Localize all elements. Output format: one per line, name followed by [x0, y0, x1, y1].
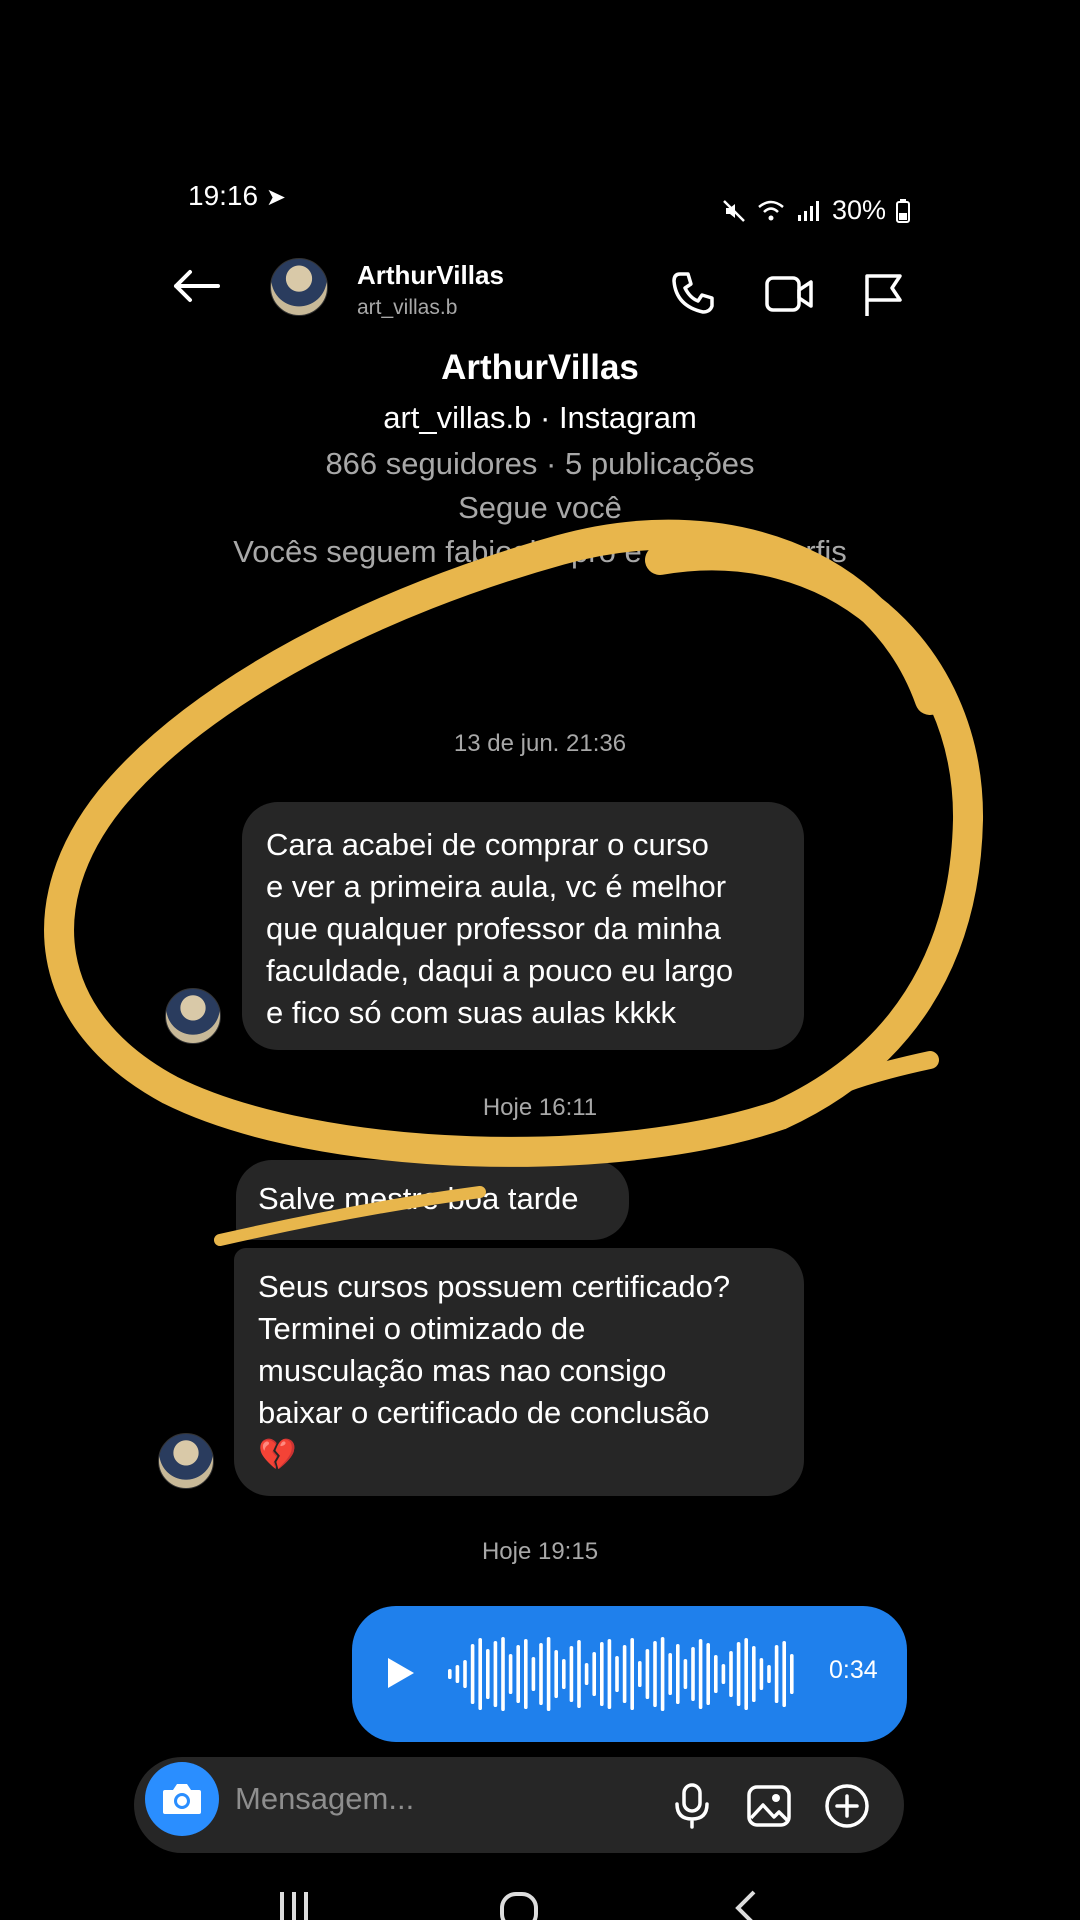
voice-duration: 0:34	[829, 1656, 878, 1684]
waveform-bar	[774, 1645, 779, 1703]
waveform-bar	[501, 1637, 505, 1711]
telegram-icon: ➤	[265, 184, 286, 211]
message-line: Cara acabei de comprar o curso	[266, 827, 709, 862]
waveform-bar	[729, 1651, 733, 1697]
status-time: 19:16 ➤	[188, 180, 286, 211]
recent-apps-icon[interactable]	[276, 1888, 312, 1920]
waveform-bar	[539, 1643, 543, 1705]
message-line: faculdade, daqui a pouco eu largo	[266, 953, 734, 988]
message-text: Salve mestre boa tarde	[258, 1181, 579, 1216]
voice-message-bubble[interactable]: 0:34	[352, 1606, 907, 1742]
message-bubble[interactable]: Cara acabei de comprar o curso e ver a p…	[242, 802, 804, 1050]
camera-button[interactable]	[145, 1762, 219, 1836]
header-avatar[interactable]	[270, 258, 328, 316]
battery-percent: 30%	[832, 195, 887, 225]
wifi-icon	[758, 200, 784, 220]
waveform-bar	[448, 1669, 452, 1679]
message-line: que qualquer professor da minha	[266, 911, 721, 946]
waveform-bar	[478, 1638, 482, 1710]
profile-subtitle: art_villas.b · Instagram	[383, 400, 697, 435]
waveform-bar	[736, 1642, 741, 1706]
waveform-bar	[584, 1663, 589, 1685]
waveform-bar	[455, 1665, 460, 1683]
waveform-bar	[752, 1646, 756, 1702]
message-line: e fico só com suas aulas kkkk	[266, 995, 677, 1030]
waveform-bar	[554, 1650, 558, 1698]
waveform-bar	[531, 1657, 536, 1691]
waveform-bar	[668, 1653, 672, 1695]
waveform-bar	[691, 1647, 695, 1701]
battery-icon	[896, 198, 911, 223]
waveform-bar	[706, 1643, 710, 1705]
waveform-bar	[508, 1654, 513, 1694]
waveform-bar	[600, 1642, 604, 1706]
profile-mutuals: Vocês seguem fabiogigapro e outros 7 per…	[233, 534, 847, 569]
waveform-bar	[577, 1640, 581, 1708]
signal-icon	[798, 200, 819, 221]
play-icon[interactable]	[386, 1656, 416, 1690]
profile-name: ArthurVillas	[441, 348, 639, 387]
waveform-bar	[790, 1654, 794, 1694]
waveform-bar	[653, 1641, 657, 1707]
waveform-bar	[782, 1641, 786, 1707]
waveform-bar	[524, 1639, 528, 1709]
waveform-bar	[622, 1645, 627, 1703]
waveform-bar	[615, 1656, 619, 1692]
message-emoji: 💔	[258, 1437, 297, 1472]
waveform-bar	[569, 1646, 574, 1702]
waveform-bar	[683, 1659, 688, 1689]
timestamp: 13 de jun. 21:36	[453, 730, 627, 757]
timestamp: Hoje 19:15	[481, 1538, 599, 1565]
waveform-bar	[698, 1639, 703, 1709]
flag-icon[interactable]	[862, 272, 904, 318]
waveform-bar	[721, 1664, 726, 1684]
message-line: e ver a primeira aula, vc é melhor	[266, 869, 727, 904]
waveform[interactable]	[444, 1634, 804, 1714]
waveform-bar	[516, 1645, 520, 1703]
status-indicators: 30%	[722, 195, 911, 226]
profile-stats: 866 seguidores · 5 publicações	[325, 446, 755, 481]
waveform-bar	[470, 1644, 475, 1704]
message-bubble[interactable]: Seus cursos possuem certificado? Termine…	[234, 1248, 804, 1496]
waveform-bar	[714, 1655, 718, 1693]
waveform-bar	[592, 1652, 596, 1696]
message-line: baixar o certificado de conclusão	[258, 1395, 710, 1430]
gallery-icon[interactable]	[746, 1784, 792, 1828]
waveform-bar	[546, 1637, 551, 1711]
camera-icon	[163, 1784, 201, 1814]
timestamp: Hoje 16:11	[482, 1094, 598, 1121]
video-icon[interactable]	[764, 272, 814, 316]
message-line: Seus cursos possuem certificado?	[258, 1269, 731, 1304]
waveform-bar	[562, 1659, 566, 1689]
waveform-bar	[463, 1660, 467, 1688]
message-line: musculação mas nao consigo	[258, 1353, 667, 1388]
header-handle[interactable]: art_villas.b	[357, 296, 457, 320]
mute-icon	[723, 199, 745, 222]
header-name[interactable]: ArthurVillas	[357, 260, 504, 291]
waveform-bar	[744, 1638, 748, 1710]
waveform-bar	[607, 1639, 612, 1709]
message-bubble[interactable]: Salve mestre boa tarde	[236, 1160, 629, 1240]
message-line: Terminei o otimizado de	[258, 1311, 586, 1346]
home-icon[interactable]	[498, 1888, 540, 1920]
waveform-bar	[645, 1649, 650, 1699]
phone-icon[interactable]	[670, 270, 716, 316]
add-icon[interactable]	[824, 1783, 870, 1829]
sender-avatar	[165, 988, 221, 1044]
waveform-bar	[759, 1658, 764, 1690]
waveform-bar	[630, 1638, 634, 1710]
waveform-bar	[486, 1649, 490, 1699]
waveform-bar	[493, 1641, 498, 1707]
waveform-bar	[767, 1665, 771, 1683]
waveform-bar	[676, 1644, 680, 1704]
sender-avatar	[158, 1433, 214, 1489]
message-input[interactable]: Mensagem...	[235, 1781, 414, 1817]
microphone-icon[interactable]	[672, 1782, 712, 1830]
waveform-bar	[660, 1637, 665, 1711]
waveform-bar	[638, 1661, 642, 1687]
profile-follows-you: Segue você	[458, 490, 622, 525]
back-nav-icon[interactable]	[730, 1888, 760, 1920]
arrow-left-icon[interactable]	[172, 268, 220, 304]
